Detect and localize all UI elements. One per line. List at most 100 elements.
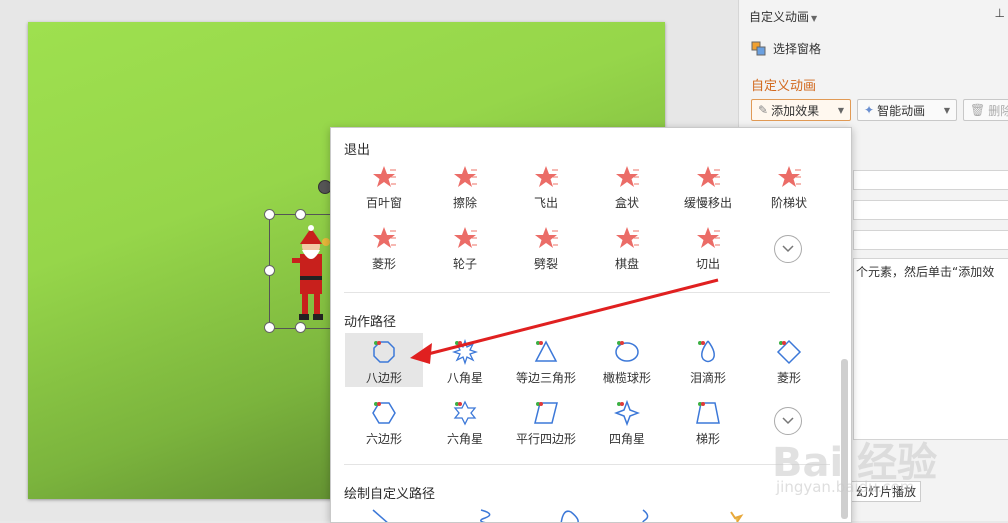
exit-effect-item-label: 擦除 bbox=[452, 196, 477, 210]
motion-path-item[interactable]: 八角星 bbox=[426, 333, 504, 387]
divider bbox=[344, 292, 830, 293]
more-exit-button[interactable] bbox=[774, 235, 802, 263]
motion-path-item[interactable]: 八边形 bbox=[345, 333, 423, 387]
animation-list[interactable]: 个元素，然后单击“添加效 bbox=[853, 258, 1008, 440]
motion-path-item-label: 四角星 bbox=[608, 432, 645, 446]
exit-effect-item[interactable]: 棋盘 bbox=[588, 219, 666, 273]
exit-effect-item-label: 棋盘 bbox=[614, 257, 639, 271]
motion-path-item[interactable]: 平行四边形 bbox=[507, 394, 585, 448]
watermark-url: jingyan.baidu.com bbox=[776, 478, 915, 496]
exit-effect-item-label: 百叶窗 bbox=[365, 196, 402, 210]
exit-effect-item-label: 缓慢移出 bbox=[683, 196, 732, 210]
property-field[interactable] bbox=[853, 230, 1008, 250]
star-effect-icon bbox=[697, 166, 720, 187]
chevron-down-icon: ▼ bbox=[811, 14, 818, 23]
motion-path-item[interactable]: 菱形 bbox=[750, 333, 828, 387]
exit-effect-item-label: 轮子 bbox=[452, 257, 477, 271]
exit-effect-item[interactable]: 擦除 bbox=[426, 158, 504, 212]
exit-effect-item[interactable]: 百叶窗 bbox=[345, 158, 423, 212]
chevron-down-icon bbox=[782, 245, 794, 253]
path-shape-icon bbox=[373, 341, 395, 363]
hint-text: 个元素，然后单击“添加效 bbox=[856, 265, 995, 279]
path-shape-icon bbox=[452, 339, 478, 365]
pencil-icon: ✎ bbox=[758, 103, 769, 117]
exit-effect-item[interactable]: 缓慢移出 bbox=[669, 158, 747, 212]
section-title: 自定义动画 bbox=[751, 79, 817, 94]
exit-effect-item-label: 阶梯状 bbox=[770, 196, 807, 210]
path-shape-icon bbox=[534, 402, 558, 424]
exit-effect-item[interactable]: 菱形 bbox=[345, 219, 423, 273]
path-shape-icon bbox=[615, 341, 639, 362]
selection-box bbox=[269, 214, 333, 329]
motion-path-item[interactable]: 等边三角形 bbox=[507, 333, 585, 387]
exit-effect-item[interactable]: 飞出 bbox=[507, 158, 585, 212]
star-effect-icon bbox=[454, 227, 477, 248]
exit-effect-item[interactable]: 盒状 bbox=[588, 158, 666, 212]
motion-path-item-label: 六边形 bbox=[365, 432, 402, 446]
property-field[interactable] bbox=[853, 200, 1008, 220]
smart-animation-icon: ✦ bbox=[864, 103, 875, 117]
motion-path-item-label: 菱形 bbox=[776, 371, 801, 385]
resize-handle[interactable] bbox=[295, 322, 306, 333]
panel-title[interactable]: 自定义动画 ▼ bbox=[749, 8, 817, 25]
delete-label: 删除 bbox=[988, 103, 1008, 118]
motion-path-item-label: 泪滴形 bbox=[689, 371, 726, 385]
exit-section-title: 退出 bbox=[344, 143, 371, 158]
motion-path-item-label: 等边三角形 bbox=[515, 371, 576, 385]
exit-effect-item[interactable]: 劈裂 bbox=[507, 219, 585, 273]
resize-handle[interactable] bbox=[295, 209, 306, 220]
exit-effect-item[interactable]: 切出 bbox=[669, 219, 747, 273]
star-effect-icon bbox=[697, 227, 720, 248]
motion-path-item[interactable]: 六角星 bbox=[426, 394, 504, 448]
selection-pane-link[interactable]: 选择窗格 bbox=[751, 40, 821, 57]
smart-animation-label: 智能动画 bbox=[877, 103, 926, 118]
exit-effect-item-label: 菱形 bbox=[371, 257, 396, 271]
chevron-down-icon: ▼ bbox=[943, 105, 950, 115]
property-field[interactable] bbox=[853, 170, 1008, 190]
resize-handle[interactable] bbox=[264, 265, 275, 276]
pin-icon[interactable]: ⊥ bbox=[995, 6, 1005, 20]
star-effect-icon bbox=[454, 166, 477, 187]
path-shape-icon bbox=[453, 400, 477, 426]
exit-effect-item-label: 飞出 bbox=[533, 196, 558, 210]
exit-effect-item[interactable]: 轮子 bbox=[426, 219, 504, 273]
star-effect-icon bbox=[373, 166, 396, 187]
custom-path-section-title: 绘制自定义路径 bbox=[344, 487, 436, 502]
resize-handle[interactable] bbox=[264, 209, 275, 220]
motion-path-item[interactable]: 橄榄球形 bbox=[588, 333, 666, 387]
smart-animation-button[interactable]: ✦ 智能动画 ▼ bbox=[857, 99, 957, 121]
path-shape-icon bbox=[696, 402, 720, 424]
add-effect-button[interactable]: ✎ 添加效果 ▼ bbox=[751, 99, 851, 121]
motion-path-item-label: 平行四边形 bbox=[515, 432, 576, 446]
star-effect-icon bbox=[535, 227, 558, 248]
exit-effect-item-label: 劈裂 bbox=[533, 257, 558, 271]
exit-effect-item-label: 盒状 bbox=[614, 196, 639, 210]
motion-path-item[interactable]: 泪滴形 bbox=[669, 333, 747, 387]
motion-path-item-label: 六角星 bbox=[446, 432, 483, 446]
path-shape-icon bbox=[776, 339, 802, 365]
star-effect-icon bbox=[778, 166, 801, 187]
motion-path-item-label: 八角星 bbox=[446, 371, 483, 385]
chevron-down-icon: ▼ bbox=[837, 105, 844, 115]
path-shape-icon bbox=[698, 340, 715, 363]
divider bbox=[344, 464, 830, 465]
path-shape-icon bbox=[614, 400, 640, 426]
motion-path-item[interactable]: 六边形 bbox=[345, 394, 423, 448]
motion-path-item[interactable]: 四角星 bbox=[588, 394, 666, 448]
star-effect-icon bbox=[616, 227, 639, 248]
exit-effect-item[interactable]: 阶梯状 bbox=[750, 158, 828, 212]
selection-pane-label: 选择窗格 bbox=[773, 42, 822, 56]
resize-handle[interactable] bbox=[264, 322, 275, 333]
motion-path-item[interactable]: 梯形 bbox=[669, 394, 747, 448]
delete-button[interactable]: 🗑 删除 bbox=[963, 99, 1008, 121]
add-effect-label: 添加效果 bbox=[771, 103, 820, 118]
motion-path-item-label: 橄榄球形 bbox=[602, 371, 651, 385]
motion-path-item-label: 梯形 bbox=[695, 432, 720, 446]
chevron-down-icon bbox=[782, 417, 794, 425]
star-effect-icon bbox=[535, 166, 558, 187]
star-effect-icon bbox=[616, 166, 639, 187]
path-shape-icon bbox=[534, 340, 558, 362]
exit-effect-item-label: 切出 bbox=[695, 257, 720, 271]
selection-pane-icon bbox=[751, 41, 766, 55]
trash-icon: 🗑 bbox=[970, 103, 986, 117]
